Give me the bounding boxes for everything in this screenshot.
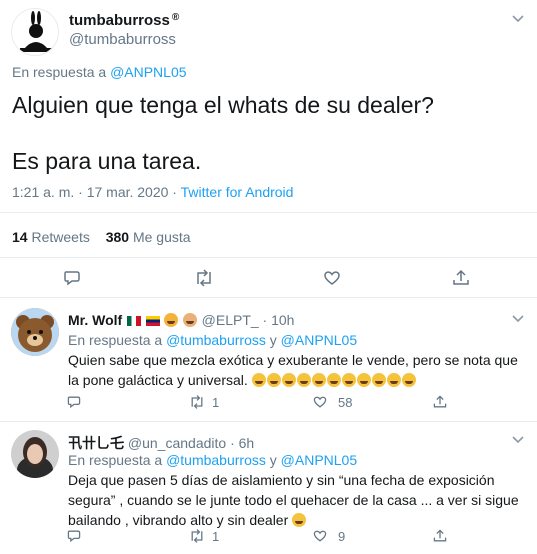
rofl-emoji-icon <box>326 373 341 387</box>
likes-label: Me gusta <box>132 229 191 245</box>
like-button[interactable]: 9 <box>312 528 345 544</box>
reply-icon <box>67 396 81 409</box>
dog-emoji-icon <box>182 313 197 327</box>
replying-prefix: En respuesta a <box>68 452 163 468</box>
avatar[interactable] <box>11 430 59 478</box>
reply-button[interactable] <box>66 528 82 544</box>
share-icon <box>453 269 469 285</box>
laughing-emoji-row <box>251 372 417 388</box>
replying-and: y <box>265 332 281 348</box>
rofl-emoji-icon <box>266 373 281 387</box>
rofl-emoji-icon <box>311 373 326 387</box>
share-icon <box>433 395 447 408</box>
rofl-emoji-icon <box>371 373 386 387</box>
tweet-timestamp[interactable]: 1:21 a. m. · 17 mar. 2020 <box>12 184 168 200</box>
replying-prefix: En respuesta a <box>12 64 107 80</box>
reply-icon <box>64 271 80 286</box>
replying-to: En respuesta a @tumbaburross y @ANPNL05 <box>68 332 357 348</box>
chevron-down-icon[interactable] <box>511 433 525 448</box>
retweet-button[interactable]: 1 <box>188 394 219 410</box>
replying-to-link[interactable]: @ANPNL05 <box>281 332 357 348</box>
reply-header: Mr. Wolf @ELPT_ · 10h <box>68 312 294 328</box>
reply-author-handle[interactable]: @ELPT_ <box>202 312 259 328</box>
avatar[interactable] <box>11 308 59 356</box>
reply-icon <box>67 530 81 543</box>
venezuela-flag-icon <box>145 316 160 326</box>
retweet-icon <box>191 395 203 409</box>
avatar-image <box>11 308 59 356</box>
rofl-emoji-icon <box>281 373 296 387</box>
laughing-emoji-icon <box>292 513 307 527</box>
cat-emoji-icon <box>163 313 178 327</box>
reply-tweet[interactable]: Mr. Wolf @ELPT_ · 10h En respuesta a @tu… <box>0 298 537 422</box>
heart-icon <box>313 530 327 542</box>
reply-time[interactable]: · 6h <box>230 435 254 451</box>
share-button[interactable] <box>432 394 448 410</box>
replying-to: En respuesta a @tumbaburross y @ANPNL05 <box>68 452 357 468</box>
rofl-emoji-icon <box>296 373 311 387</box>
reply-tweet[interactable]: 卂卄乚乇 @un_candadito · 6h En respuesta a @… <box>0 422 537 554</box>
reply-header: 卂卄乚乇 @un_candadito · 6h <box>68 433 254 453</box>
divider <box>0 212 537 213</box>
share-icon <box>433 529 447 542</box>
rofl-emoji-icon <box>251 373 266 387</box>
display-name[interactable]: tumbaburross ® <box>69 12 179 29</box>
share-button[interactable] <box>432 528 448 544</box>
divider <box>0 257 537 258</box>
heart-icon <box>313 396 327 408</box>
heart-icon <box>324 271 340 285</box>
retweet-button[interactable]: 1 <box>188 528 219 544</box>
tweet-text-line-2: Es para una tarea. <box>12 148 202 174</box>
retweets-label: Retweets <box>31 229 90 245</box>
rofl-emoji-icon <box>356 373 371 387</box>
registered-badge: ® <box>171 12 180 23</box>
replying-to-link[interactable]: @ANPNL05 <box>110 64 186 80</box>
retweet-icon <box>191 529 203 543</box>
reply-time[interactable]: · 10h <box>263 312 295 328</box>
rofl-emoji-icon <box>401 373 416 387</box>
reply-author-name[interactable]: Mr. Wolf <box>68 312 122 328</box>
replying-prefix: En respuesta a <box>68 332 163 348</box>
meta-separator: · <box>168 184 181 200</box>
avatar-image <box>11 430 59 478</box>
chevron-down-icon[interactable] <box>511 312 525 327</box>
retweets-count: 14 <box>12 229 28 245</box>
retweet-count: 1 <box>212 528 220 544</box>
avatar[interactable] <box>11 8 59 56</box>
like-count: 58 <box>338 394 353 410</box>
like-button[interactable]: 58 <box>312 394 352 410</box>
user-handle[interactable]: @tumbaburross <box>69 31 176 48</box>
chevron-down-icon[interactable] <box>511 12 525 27</box>
replying-to-link[interactable]: @tumbaburross <box>166 332 266 348</box>
reply-author-name[interactable]: 卂卄乚乇 <box>68 435 124 451</box>
like-button[interactable] <box>322 268 342 288</box>
likes-count: 380 <box>105 229 130 245</box>
reply-button[interactable] <box>66 394 82 410</box>
replying-to-link[interactable]: @tumbaburross <box>166 452 266 468</box>
tweet-source-link[interactable]: Twitter for Android <box>181 184 294 200</box>
mexico-flag-icon <box>127 316 142 326</box>
avatar-image <box>20 11 52 52</box>
tweet-meta: 1:21 a. m. · 17 mar. 2020 · Twitter for … <box>12 184 293 200</box>
replying-and: y <box>265 452 281 468</box>
share-button[interactable] <box>451 268 471 288</box>
reply-author-handle[interactable]: @un_candadito <box>128 435 226 451</box>
retweet-count: 1 <box>212 394 220 410</box>
retweets-stat[interactable]: 14 Retweets <box>12 229 90 245</box>
likes-stat[interactable]: 380 Me gusta <box>106 229 191 245</box>
tweet-text-line-1: Alguien que tenga el whats de su dealer? <box>12 92 434 118</box>
rofl-emoji-icon <box>386 373 401 387</box>
main-tweet: tumbaburross ® @tumbaburross En respuesta… <box>0 0 537 298</box>
rofl-emoji-icon <box>341 373 356 387</box>
replying-to-link[interactable]: @ANPNL05 <box>281 452 357 468</box>
reply-text: Quien sabe que mezcla exótica y exuberan… <box>68 350 523 390</box>
reply-text: Deja que pasen 5 días de aislamiento y s… <box>68 470 523 530</box>
reply-button[interactable] <box>62 268 82 288</box>
like-count: 9 <box>338 528 346 544</box>
tweet-stats: 14 Retweets 380 Me gusta <box>12 229 191 245</box>
display-name-text[interactable]: tumbaburross <box>69 12 170 29</box>
retweet-button[interactable] <box>193 268 215 288</box>
retweet-icon <box>197 269 211 287</box>
replying-to: En respuesta a @ANPNL05 <box>12 64 187 80</box>
